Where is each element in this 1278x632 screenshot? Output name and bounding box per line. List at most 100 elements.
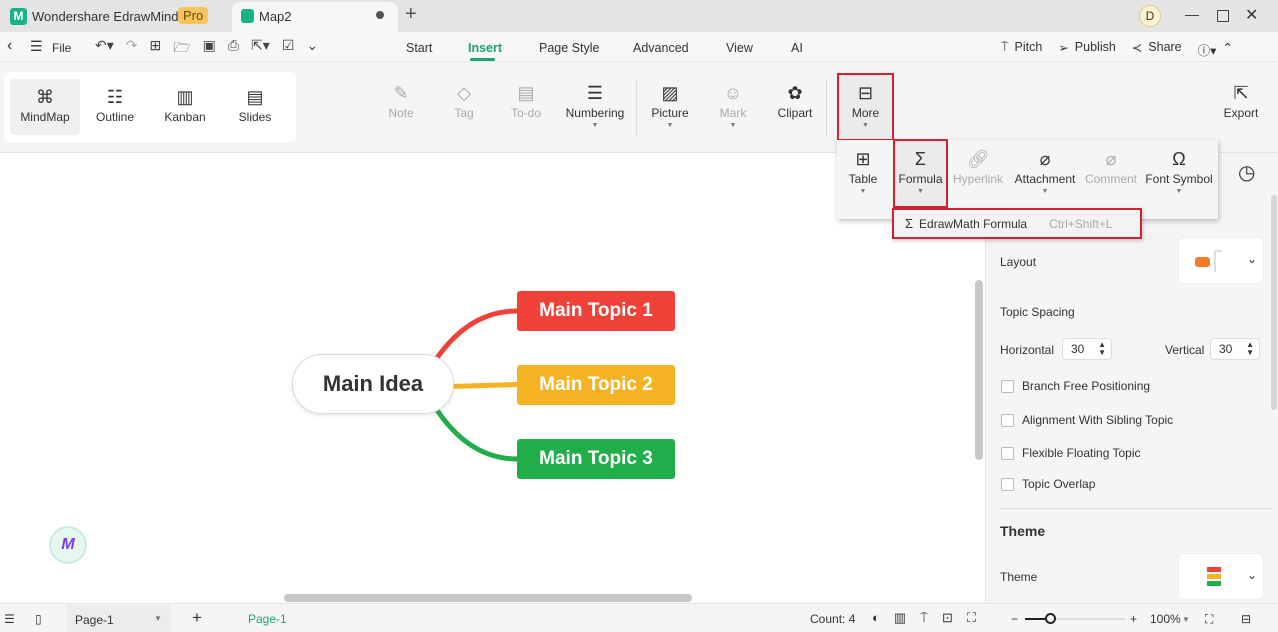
horizontal-value: 30 [1071,342,1085,356]
chevron-down-icon: ⌄ [1247,252,1258,266]
pitch-button[interactable]: Pitch [1015,40,1043,59]
export-label: Export [1223,106,1259,120]
horizontal-scrollbar[interactable] [284,594,692,602]
formula-button[interactable]: Σ Formula ▼ [893,139,948,208]
spinner-icon[interactable]: ▲ ▼ [1246,341,1254,357]
panel-scrollbar[interactable] [1271,195,1277,410]
tab-insert[interactable]: Insert [468,41,502,55]
page-select[interactable]: Page-1 ▼ [66,605,170,632]
new-icon[interactable]: ⊞ [150,37,162,61]
branch-free-positioning-checkbox[interactable]: Branch Free Positioning [1001,379,1150,393]
tab-ai[interactable]: AI [791,41,803,55]
redo-icon[interactable]: ↷ [126,37,138,61]
unsaved-dot-icon[interactable] [376,11,384,19]
vertical-spacing-input[interactable]: 30 ▲ ▼ [1210,338,1260,360]
ai-assistant-icon[interactable]: M [49,526,87,564]
close-icon[interactable]: ✕ [1245,5,1258,25]
panel-toggle-icon[interactable]: ⊟ [1241,612,1251,626]
check-icon[interactable]: ☑ [282,37,295,61]
flexible-floating-checkbox[interactable]: Flexible Floating Topic [1001,446,1141,460]
zoom-caret-icon: ▼ [1182,615,1190,624]
tab-advanced[interactable]: Advanced [633,41,689,55]
zoom-slider-handle[interactable] [1045,613,1056,624]
help-icon[interactable]: ⓘ▾ [1198,40,1217,59]
doc-tab[interactable]: Map2 [232,2,398,32]
outline-icon: ☷ [106,87,124,107]
layout-select[interactable]: ⌄ [1178,237,1264,284]
alignment-sibling-checkbox[interactable]: Alignment With Sibling Topic [1001,413,1173,427]
customize-icon[interactable]: ⌄ [306,37,318,61]
todo-button[interactable]: ▤ To-do [504,80,548,120]
sigma-icon: Σ [914,149,927,169]
minimize-icon[interactable]: — [1185,6,1199,22]
spinner-icon[interactable]: ▲ ▼ [1098,341,1106,357]
view-slides[interactable]: ▤ Slides [225,84,285,124]
attachment-button[interactable]: ⌀ Attachment ▼ [1012,146,1078,195]
save-icon[interactable]: ▣ [203,37,216,61]
file-menu[interactable]: File [52,41,71,55]
back-icon[interactable]: ‹ [7,37,12,55]
fullscreen-fit-icon[interactable]: ⛶ [967,610,976,626]
numbering-button[interactable]: ☰ Numbering ▼ [562,80,628,129]
page-select-value: Page-1 [75,613,114,627]
fullscreen-icon[interactable]: ⛶ [1205,612,1213,627]
mark-icon: ☺ [723,83,743,103]
zoom-level[interactable]: 100% [1150,612,1181,626]
add-page-icon[interactable]: + [192,608,202,628]
more-button[interactable]: ⊟ More ▼ [837,73,894,141]
edrawmath-formula-item[interactable]: Σ EdrawMath Formula Ctrl+Shift+L [892,208,1142,239]
theme-select[interactable]: ⌄ [1178,553,1264,600]
publish-button[interactable]: Publish [1075,40,1116,59]
pencil-icon: ✎ [393,83,409,103]
hyperlink-button[interactable]: 🔗︎ Hyperlink [952,146,1004,186]
collapse-ribbon-icon[interactable]: ⌃ [1222,40,1232,59]
tab-page-style[interactable]: Page Style [539,41,599,55]
tag-icon: ◇ [457,83,471,103]
view-outline[interactable]: ☷ Outline [85,84,145,124]
central-topic[interactable]: Main Idea [292,354,454,414]
theme-mode-icon[interactable]: ◐ [872,610,880,626]
table-button[interactable]: ⊞ Table ▼ [843,146,883,195]
tag-button[interactable]: ◇ Tag [444,80,484,120]
active-tab-indicator [470,58,495,61]
fit-icon[interactable]: ⊡ [942,610,953,626]
zoom-in-icon[interactable]: + [1130,612,1137,626]
mark-button[interactable]: ☺ Mark ▼ [713,80,753,129]
clipart-button[interactable]: ✿ Clipart [773,80,817,120]
tab-view[interactable]: View [726,41,753,55]
main-topic-1[interactable]: Main Topic 1 [517,291,675,331]
share-button[interactable]: Share [1148,40,1181,59]
view-kanban[interactable]: ▥ Kanban [155,84,215,124]
print-icon[interactable]: ⎙ [228,37,239,61]
page-view-icon[interactable]: ▯ [35,612,42,626]
link-icon: 🔗︎ [966,149,990,169]
font-symbol-button[interactable]: Ω Font Symbol ▼ [1145,146,1213,195]
checkbox-label: Flexible Floating Topic [1022,446,1141,460]
topic-overlap-checkbox[interactable]: Topic Overlap [1001,477,1095,491]
tab-start[interactable]: Start [406,41,432,55]
picture-button[interactable]: ▨ Picture ▼ [648,80,692,129]
presentation-icon[interactable]: ⍑ [920,610,928,626]
note-button[interactable]: ✎ Note [381,80,421,120]
zoom-out-icon[interactable]: − [1011,612,1018,626]
export-button[interactable]: ⇱ Export [1220,80,1262,120]
export-quick-icon[interactable]: ⇱▾ [251,37,270,61]
history-icon[interactable]: ◷ [1238,160,1255,185]
outline-toggle-icon[interactable]: ☰ [4,612,15,626]
columns-icon[interactable]: ▥ [894,610,906,626]
view-mindmap[interactable]: ⌘ MindMap [10,84,80,124]
undo-icon[interactable]: ↶▾ [95,37,114,61]
avatar[interactable]: D [1139,5,1161,27]
main-topic-2[interactable]: Main Topic 2 [517,365,675,405]
vertical-scrollbar[interactable] [975,280,983,460]
comment-button[interactable]: ⌀ Comment [1083,146,1139,186]
menu-icon[interactable]: ☰ [30,38,43,55]
zoom-slider[interactable] [1025,613,1125,624]
horizontal-spacing-input[interactable]: 30 ▲ ▼ [1062,338,1112,360]
pro-badge[interactable]: Pro [178,7,209,24]
page-tab[interactable]: Page-1 [248,612,287,626]
maximize-icon[interactable] [1217,10,1229,22]
open-folder-icon[interactable]: 🗁 [173,37,190,61]
new-tab-icon[interactable]: + [405,3,417,26]
main-topic-3[interactable]: Main Topic 3 [517,439,675,479]
